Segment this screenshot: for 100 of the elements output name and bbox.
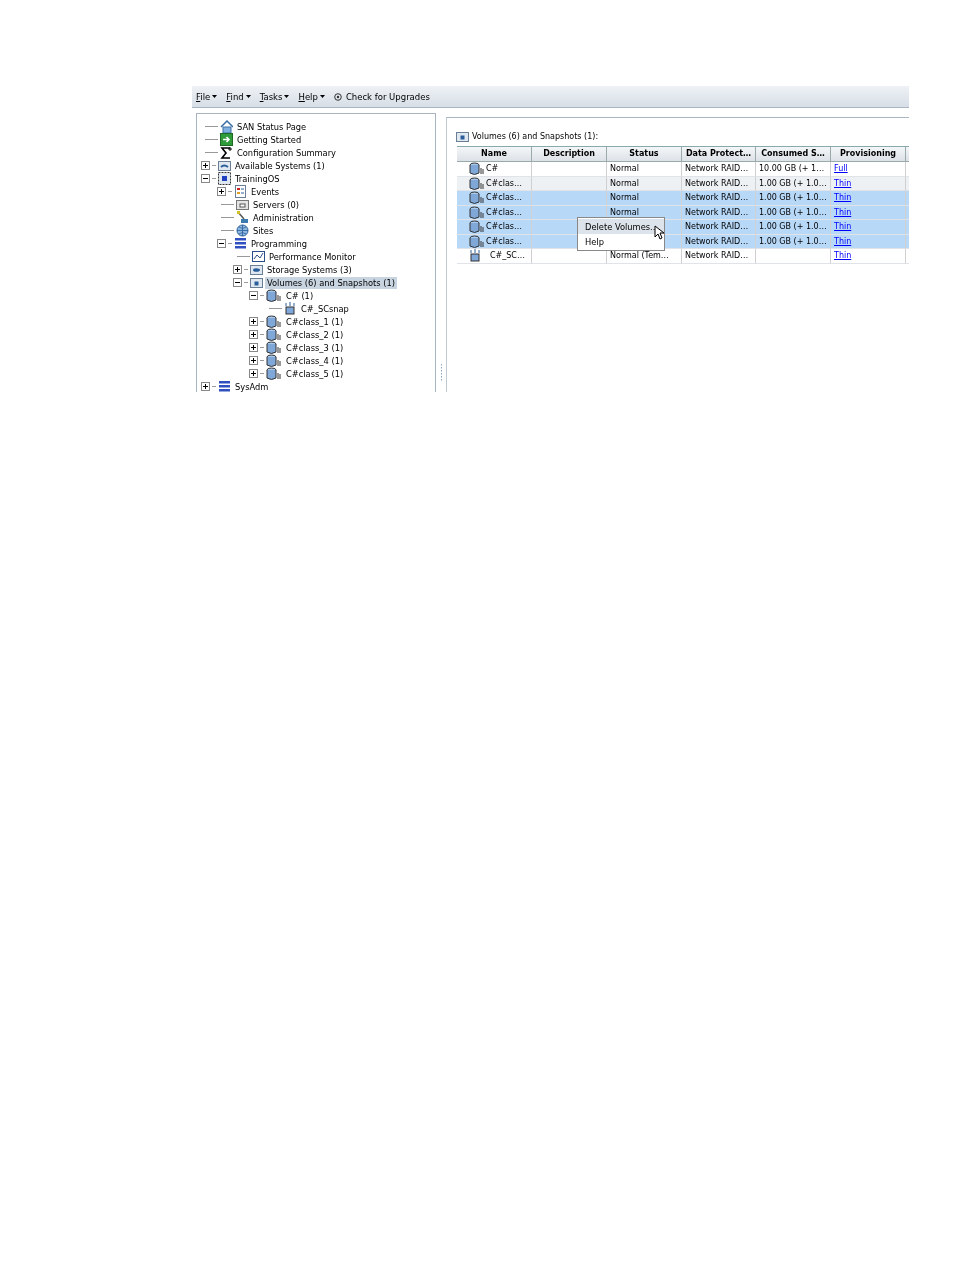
stack-icon (218, 380, 231, 392)
caret-icon (284, 95, 290, 98)
tree-item[interactable]: C#class_4 (1) (284, 354, 346, 367)
provisioning-link[interactable]: Thin (834, 178, 852, 188)
tree-item[interactable]: Performance Monitor (267, 250, 358, 263)
table-cell: 1.00 GB (+ 1.0… (759, 222, 827, 232)
tree-item[interactable]: Volumes (6) and Snapshots (1) (265, 276, 397, 289)
menu-item[interactable]: Find (226, 91, 251, 102)
cylinder-icon (469, 234, 485, 248)
table-row[interactable]: C# Normal Network RAID… 10.00 GB (+ 1… Full (457, 162, 909, 177)
table-cell: C#clas… (457, 220, 532, 235)
snapshot-icon (284, 302, 297, 315)
expand-toggle[interactable] (217, 239, 226, 248)
tree-item[interactable]: SysAdm (233, 380, 271, 392)
cylinder-icon (266, 354, 282, 367)
expand-toggle[interactable] (233, 265, 242, 274)
provisioning-link[interactable]: Thin (834, 236, 852, 246)
table-cell: Normal (Tem… (610, 251, 669, 261)
tree-item[interactable]: C#class_5 (1) (284, 367, 346, 380)
column-header[interactable]: Name (457, 147, 532, 162)
column-header[interactable]: Data Protect… (682, 147, 756, 162)
arrow-icon (220, 133, 233, 146)
caret-icon (212, 95, 218, 98)
tree-item[interactable]: Administration (251, 211, 316, 224)
tree-item[interactable]: Available Systems (1) (233, 159, 327, 172)
expand-toggle[interactable] (249, 291, 258, 300)
expand-toggle[interactable] (249, 330, 258, 339)
table-row[interactable]: C#_SC… Normal (Tem… Network RAID… Thin (457, 249, 909, 264)
expand-toggle[interactable] (233, 278, 242, 287)
folder-icon (250, 263, 263, 276)
table-cell: Network RAID… (685, 236, 749, 246)
caret-icon (319, 95, 325, 98)
provisioning-link[interactable]: Thin (834, 222, 852, 232)
tree-item[interactable]: C# (1) (284, 289, 316, 302)
tree-item[interactable]: C#_SCsnap (299, 302, 351, 315)
table-cell: Normal (610, 207, 639, 217)
cylinder-icon (266, 367, 282, 380)
table-cell: Network RAID… (685, 164, 749, 174)
folder-icon (250, 276, 263, 289)
table-cell: 1.00 GB (+ 1.0… (759, 207, 827, 217)
expand-toggle[interactable] (217, 187, 226, 196)
table-cell: 1.00 GB (+ 1.0… (759, 178, 827, 188)
stack-icon (234, 237, 247, 250)
provisioning-link[interactable]: Thin (834, 207, 852, 217)
table-cell: 1.00 GB (+ 1.0… (759, 236, 827, 246)
menu-item[interactable]: Help (298, 91, 325, 102)
expand-toggle[interactable] (249, 369, 258, 378)
globe-icon (236, 224, 249, 237)
expand-toggle[interactable] (201, 161, 210, 170)
table-cell: Network RAID… (685, 178, 749, 188)
tree-item[interactable]: TrainingOS (233, 172, 282, 185)
chart-icon (252, 250, 265, 263)
provisioning-link[interactable]: Full (834, 164, 848, 174)
expand-toggle[interactable] (201, 174, 210, 183)
cylinder-icon (469, 220, 485, 234)
table-row[interactable]: C#clas… Normal Network RAID… 1.00 GB (+ 1.0… Thin (457, 191, 909, 206)
tree-item[interactable]: Servers (0) (251, 198, 301, 211)
snapshot-icon (469, 249, 482, 263)
table-cell: Network RAID… (685, 222, 749, 232)
table-cell: Network RAID… (685, 193, 749, 203)
provisioning-link[interactable]: Thin (834, 251, 852, 261)
table-cell: Normal (610, 164, 639, 174)
upgrade-button[interactable]: Check for Upgrades (333, 91, 430, 102)
folder-icon (218, 159, 231, 172)
table-cell: Normal (610, 193, 639, 203)
cylinder-icon (469, 176, 485, 190)
tree-item[interactable]: Configuration Summary (235, 146, 338, 159)
expand-toggle[interactable] (249, 356, 258, 365)
expand-toggle[interactable] (249, 343, 258, 352)
column-header[interactable]: Consumed S… (756, 147, 831, 162)
table-cell: 1.00 GB (+ 1.0… (759, 193, 827, 203)
tree-item[interactable]: C#class_3 (1) (284, 341, 346, 354)
network-icon (218, 172, 231, 185)
tree-item[interactable]: Events (249, 185, 282, 198)
tree-item[interactable]: Sites (251, 224, 276, 237)
cylinder-icon (469, 205, 485, 219)
provisioning-link[interactable]: Thin (834, 193, 852, 203)
tree-item[interactable]: C#class_2 (1) (284, 328, 346, 341)
column-header[interactable]: Description (532, 147, 607, 162)
table-cell: C# (457, 162, 532, 177)
column-header[interactable]: Provisioning (831, 147, 906, 162)
cylinder-icon (469, 191, 485, 205)
tree-item[interactable]: C#class_1 (1) (284, 315, 346, 328)
splitter-handle[interactable] (439, 364, 443, 382)
expand-toggle[interactable] (201, 382, 210, 391)
tree-item[interactable]: Programming (249, 237, 309, 250)
cylinder-icon (469, 162, 485, 176)
wrench-icon (236, 211, 249, 224)
folder-icon (236, 198, 249, 211)
menu-item[interactable]: Tasks (259, 91, 290, 102)
table-cell: Network RAID… (685, 251, 749, 261)
tree-item[interactable]: Storage Systems (3) (265, 263, 354, 276)
expand-toggle[interactable] (249, 317, 258, 326)
cylinder-icon (266, 328, 282, 341)
house-icon (220, 120, 233, 133)
column-header[interactable]: Status (607, 147, 682, 162)
menu-item[interactable]: Delete Volumes... (578, 219, 664, 234)
tree-item[interactable]: Getting Started (235, 133, 304, 146)
menu-item[interactable]: File (196, 91, 218, 102)
tree-item[interactable]: SAN Status Page (235, 120, 309, 133)
